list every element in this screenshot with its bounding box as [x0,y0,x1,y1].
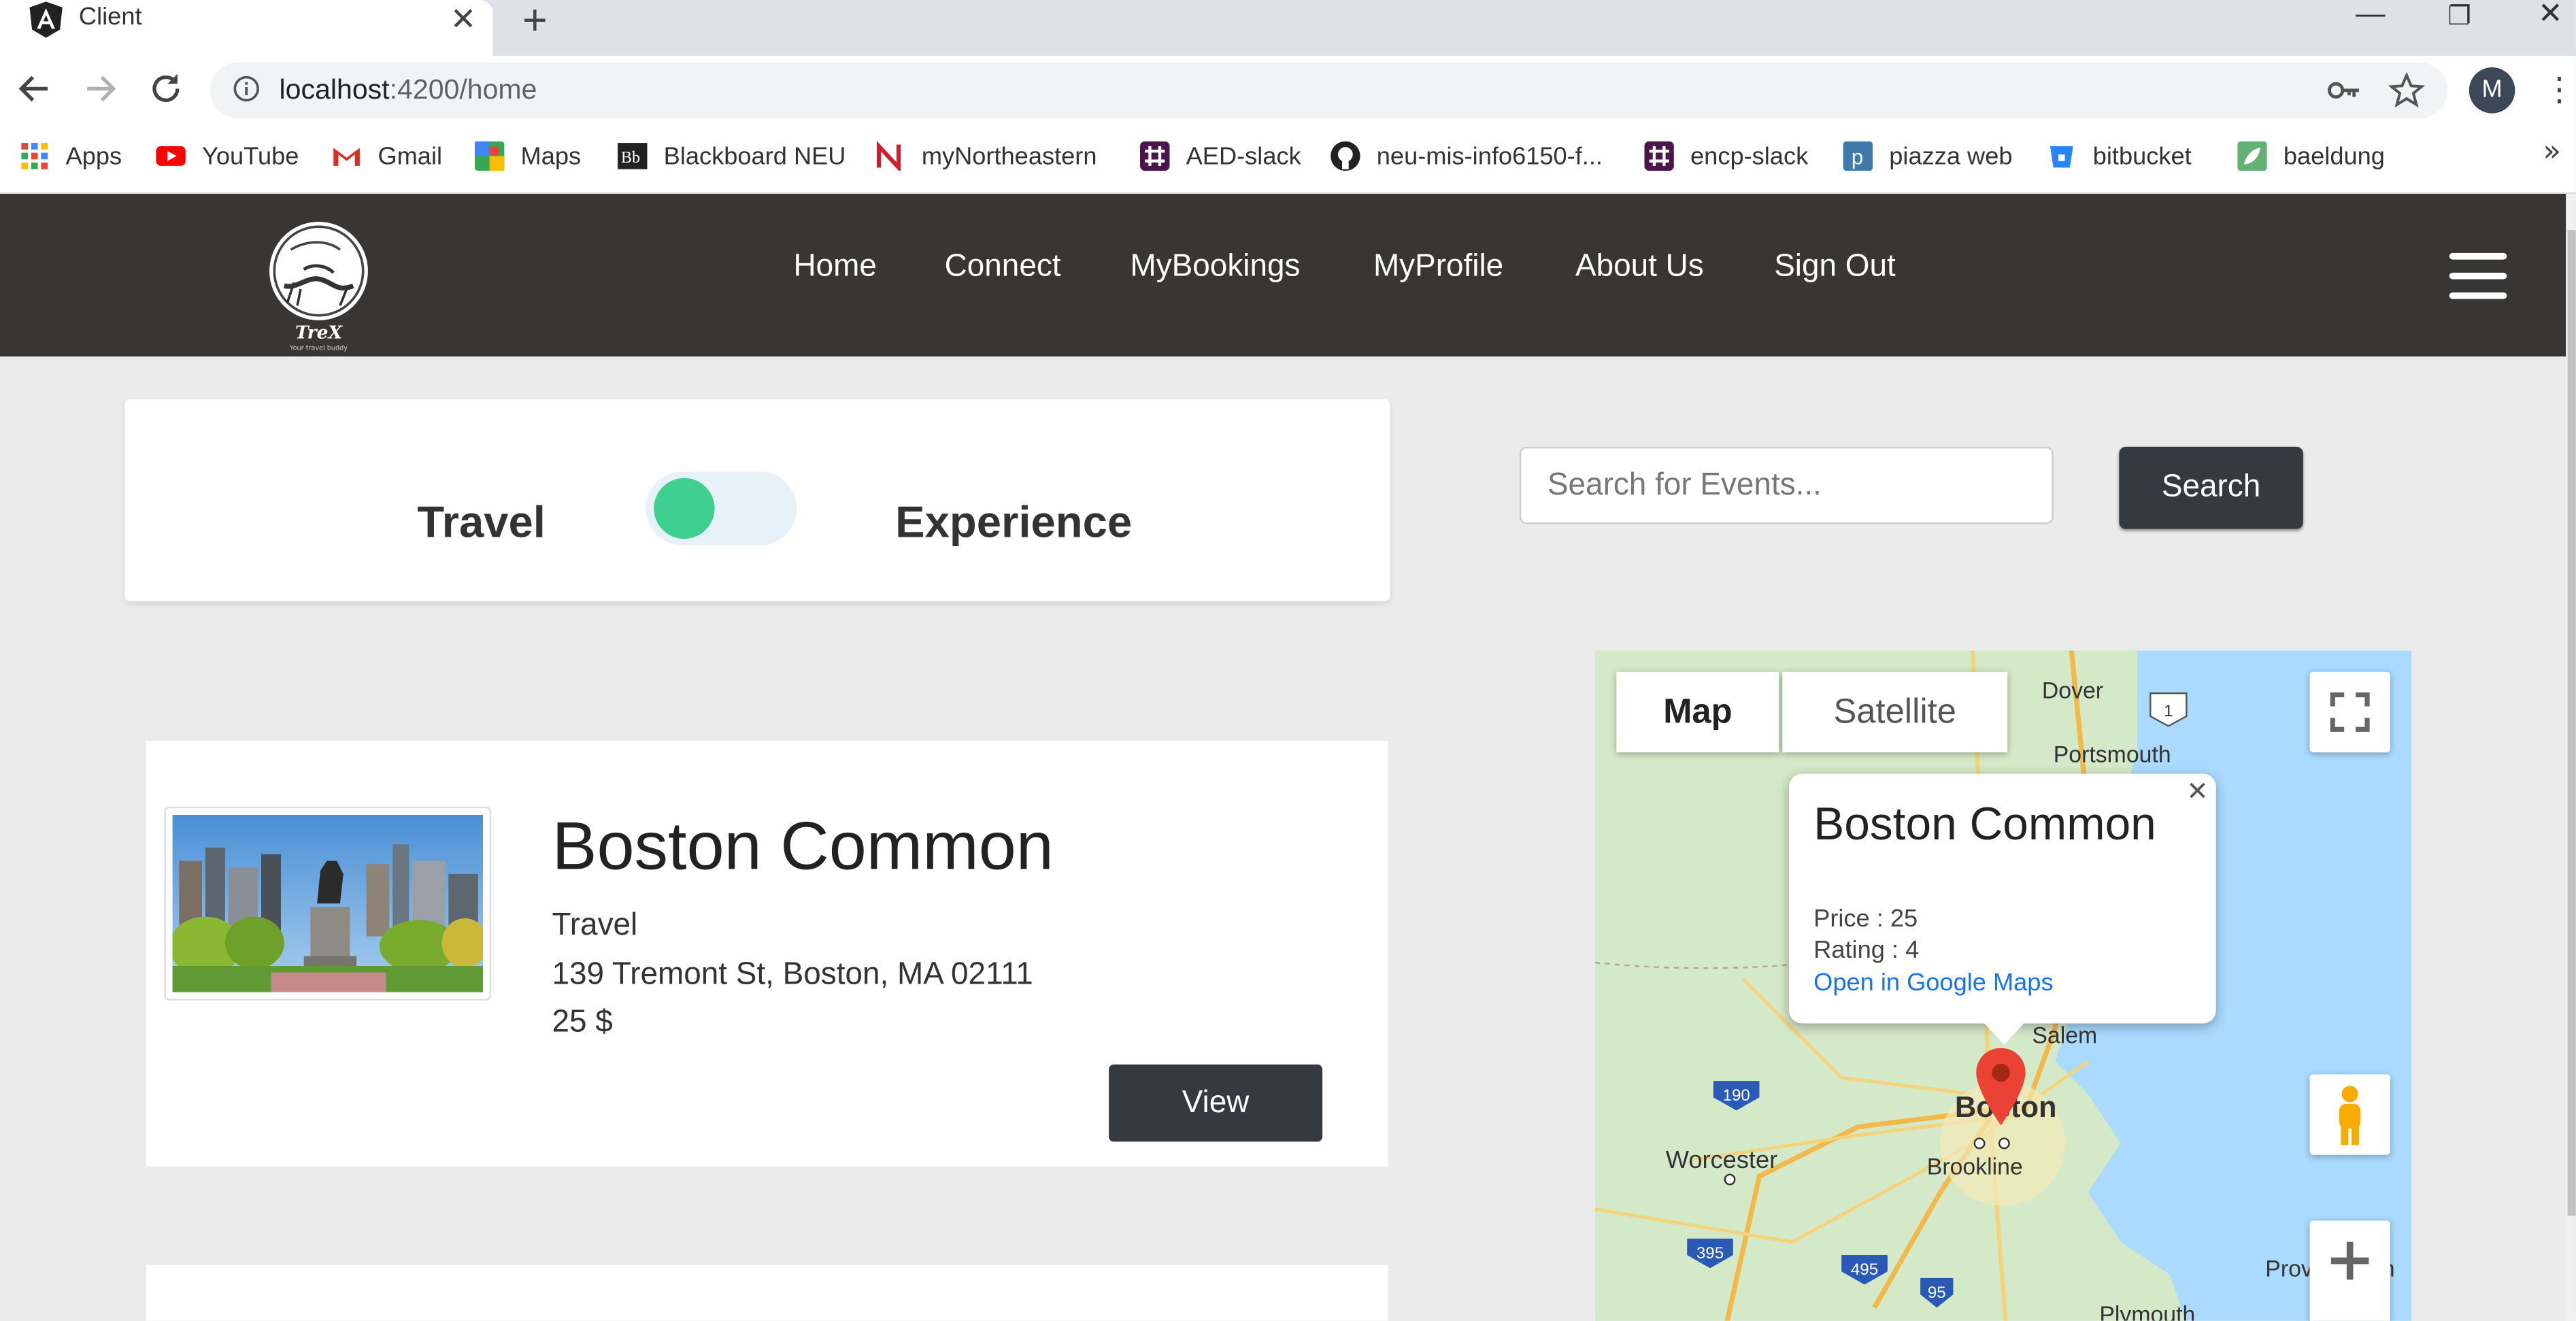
bookmarks-overflow-icon[interactable]: » [2543,135,2561,169]
nav-sign-out[interactable]: Sign Out [1774,250,1896,286]
angular-icon [29,1,63,38]
svg-text:190: 190 [1723,1086,1750,1105]
browser-tab[interactable]: Client ✕ [0,0,493,56]
gmail-icon [333,148,360,166]
travel-experience-switch[interactable] [646,471,797,546]
new-tab-icon[interactable]: + [522,0,548,46]
event-image [164,806,492,1001]
map-label-salem: Salem [2032,1022,2098,1048]
bookmark-bitbucket[interactable]: bitbucket [2047,139,2192,172]
bookmark-aed-slack[interactable]: AED-slack [1140,139,1301,172]
bookmark-blackboard[interactable]: Bb Blackboard NEU [618,139,846,172]
nav-home[interactable]: Home [793,250,876,286]
bookmark-gmail[interactable]: Gmail [332,139,442,172]
svg-text:395: 395 [1696,1244,1724,1263]
map-label-plymouth: Plymouth [2099,1301,2196,1321]
fullscreen-button[interactable] [2309,671,2390,753]
switch-knob[interactable] [654,478,715,539]
event-type: Travel [552,908,638,943]
apps-grid-icon [21,143,48,169]
reload-icon[interactable] [146,69,186,108]
youtube-icon [156,146,186,166]
toggle-label-travel: Travel [417,497,546,548]
back-icon[interactable] [15,69,54,108]
info-window-close-icon[interactable]: ✕ [2186,775,2208,808]
bookmark-maps[interactable]: Maps [474,139,581,172]
street-view-pegman[interactable] [2309,1074,2390,1155]
event-address: 139 Tremont St, Boston, MA 02111 [552,957,1033,992]
open-in-google-maps-link[interactable]: Open in Google Maps [1813,969,2053,997]
slack-icon [1140,141,1170,171]
logo-tagline: Your travel buddy [289,344,348,351]
info-window-price: Price : 25 [1813,905,1918,933]
url-text: localhost:4200/home [279,73,537,105]
bookmark-encp-slack[interactable]: encp-slack [1644,139,1808,172]
blackboard-icon: Bb [618,143,648,169]
svg-text:495: 495 [1851,1260,1878,1279]
toggle-label-experience: Experience [895,497,1133,548]
svg-text:p: p [1852,145,1863,169]
map-label-brookline: Brookline [1926,1153,2023,1180]
svg-text:Bb: Bb [621,148,640,167]
map-marker-icon[interactable] [1975,1048,2027,1131]
restore-icon[interactable]: ❐ [2447,0,2471,33]
baeldung-icon [2237,141,2267,171]
scrollbar-thumb[interactable] [2567,230,2576,1216]
maps-icon [474,141,505,171]
svg-text:1: 1 [2164,702,2173,720]
bookmark-mynortheastern[interactable]: myNortheastern [875,139,1097,172]
logo-text: TreX [295,322,344,343]
event-title[interactable]: Boston Common [552,808,1053,886]
tab-title: Client [78,3,142,31]
github-icon [1331,141,1360,171]
profile-avatar[interactable]: M [2469,67,2515,114]
forward-icon[interactable] [80,69,120,108]
map-type-satellite-button[interactable]: Satellite [1782,671,2008,753]
slack-icon [1644,141,1674,171]
event-price: 25 $ [552,1005,613,1040]
map-label-worcester: Worcester [1665,1146,1778,1175]
nav-about-us[interactable]: About Us [1575,250,1704,286]
nav-connect[interactable]: Connect [945,250,1061,286]
search-button[interactable]: Search [2119,446,2303,529]
pegman-icon [2339,1086,2361,1146]
map-type-map-button[interactable]: Map [1616,671,1779,753]
piazza-icon: p [1843,141,1873,171]
hamburger-menu-icon[interactable] [2449,252,2507,302]
minimize-icon[interactable]: — [2356,0,2385,31]
map-label-dover: Dover [2041,676,2104,703]
trex-logo[interactable]: TreX Your travel buddy [268,220,370,352]
fullscreen-icon [2330,692,2370,732]
close-window-icon[interactable]: ✕ [2538,0,2562,31]
event-card [146,1265,1388,1321]
bookmark-baeldung[interactable]: baeldung [2237,139,2385,172]
search-input[interactable]: Search for Events... [1519,446,2054,524]
bookmark-piazza[interactable]: p piazza web [1843,139,2012,172]
info-window-tail [1982,1022,2026,1045]
svg-text:95: 95 [1928,1284,1946,1302]
bitbucket-icon [2050,146,2073,168]
bookmark-star-icon[interactable] [2388,72,2425,108]
map-label-providence: Prov [2265,1255,2313,1282]
info-window-title: Boston Common [1813,798,2156,850]
zoom-in-button[interactable] [2309,1220,2390,1321]
nav-mybookings[interactable]: MyBookings [1131,250,1301,286]
bookmark-youtube[interactable]: YouTube [156,139,299,172]
bookmark-apps[interactable]: Apps [20,139,122,172]
key-icon[interactable] [2326,74,2362,107]
address-bar[interactable]: localhost:4200/home [210,62,2448,118]
northeastern-icon [877,141,901,171]
info-window-rating: Rating : 4 [1813,936,1920,965]
view-button[interactable]: View [1109,1064,1323,1142]
bookmark-github[interactable]: neu-mis-info6150-f... [1331,139,1603,172]
tab-close-icon[interactable]: ✕ [450,1,476,37]
info-icon[interactable] [233,76,260,102]
browser-menu-icon[interactable]: ⋮ [2543,69,2575,108]
map-label-portsmouth: Portsmouth [2053,741,2171,767]
zoom-in-icon [2330,1241,2369,1280]
nav-myprofile[interactable]: MyProfile [1373,250,1503,286]
